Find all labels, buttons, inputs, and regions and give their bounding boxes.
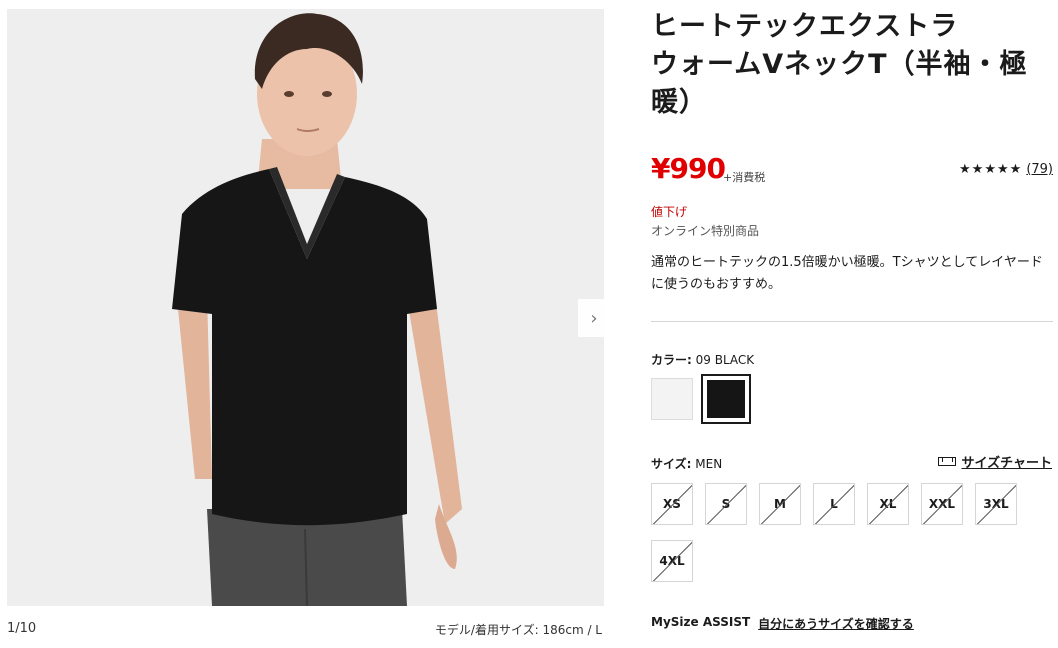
chevron-right-icon: › [590, 307, 598, 329]
mysize-assist: MySize ASSIST 自分にあうサイズを確認する [651, 615, 914, 632]
color-label-key: カラー: [651, 353, 692, 367]
review-count-link[interactable]: (79) [1026, 162, 1053, 177]
divider [651, 321, 1053, 322]
mysize-label: MySize ASSIST [651, 615, 751, 629]
tax-note: +消費税 [723, 171, 766, 184]
online-exclusive-label: オンライン特別商品 [651, 224, 760, 238]
color-label: カラー: 09 BLACK [651, 351, 754, 368]
size-option-m[interactable]: M [759, 483, 801, 525]
size-label: サイズ: MEN [651, 455, 722, 472]
sale-label: 値下げ [651, 205, 688, 219]
product-image-gallery: › [7, 9, 604, 606]
color-swatch-black[interactable] [701, 374, 751, 424]
rating-stars-icon: ★★★★★ [959, 162, 1023, 177]
color-value: 09 BLACK [695, 353, 755, 367]
size-chart-label: サイズチャート [961, 456, 1052, 471]
size-option-l[interactable]: L [813, 483, 855, 525]
product-photo [7, 9, 604, 606]
product-title-line: 暖） [651, 87, 707, 118]
mysize-check-link[interactable]: 自分にあうサイズを確認する [758, 615, 914, 632]
color-swatch-white[interactable] [651, 378, 693, 420]
model-size-info: モデル/着用サイズ: 186cm / L [434, 623, 602, 637]
color-swatches [651, 374, 751, 424]
size-option-4xl[interactable]: 4XL [651, 540, 693, 582]
ruler-icon [937, 457, 956, 466]
size-option-3xl[interactable]: 3XL [975, 483, 1017, 525]
size-label-key: サイズ: [651, 457, 692, 471]
product-title-line: ヒートテックエクストラ [651, 11, 959, 42]
size-option-s[interactable]: S [705, 483, 747, 525]
size-option-xl[interactable]: XL [867, 483, 909, 525]
size-option-xs[interactable]: XS [651, 483, 693, 525]
size-category: MEN [695, 457, 723, 471]
price: ¥990 [651, 152, 726, 185]
product-description: 通常のヒートテックの1.5倍暖かい極暖。Tシャツとしてレイヤードに使うのもおすす… [651, 255, 1043, 292]
size-option-xxl[interactable]: XXL [921, 483, 963, 525]
price-row: ¥990 +消費税 ★★★★★ (79) [651, 152, 1053, 188]
product-title-line: ウォームVネックT（半袖・極 [651, 49, 1028, 80]
rating[interactable]: ★★★★★ (79) [959, 162, 1053, 177]
gallery-footer: 1/10 モデル/着用サイズ: 186cm / L [7, 618, 604, 640]
size-chart-link[interactable]: サイズチャート [937, 452, 1052, 471]
product-title: ヒートテックエクストラ ウォームVネックT（半袖・極 暖） [651, 8, 1051, 122]
product-details: ヒートテックエクストラ ウォームVネックT（半袖・極 暖） ¥990 +消費税 … [651, 0, 1056, 648]
next-image-button[interactable]: › [578, 299, 604, 337]
image-counter: 1/10 [7, 621, 37, 636]
